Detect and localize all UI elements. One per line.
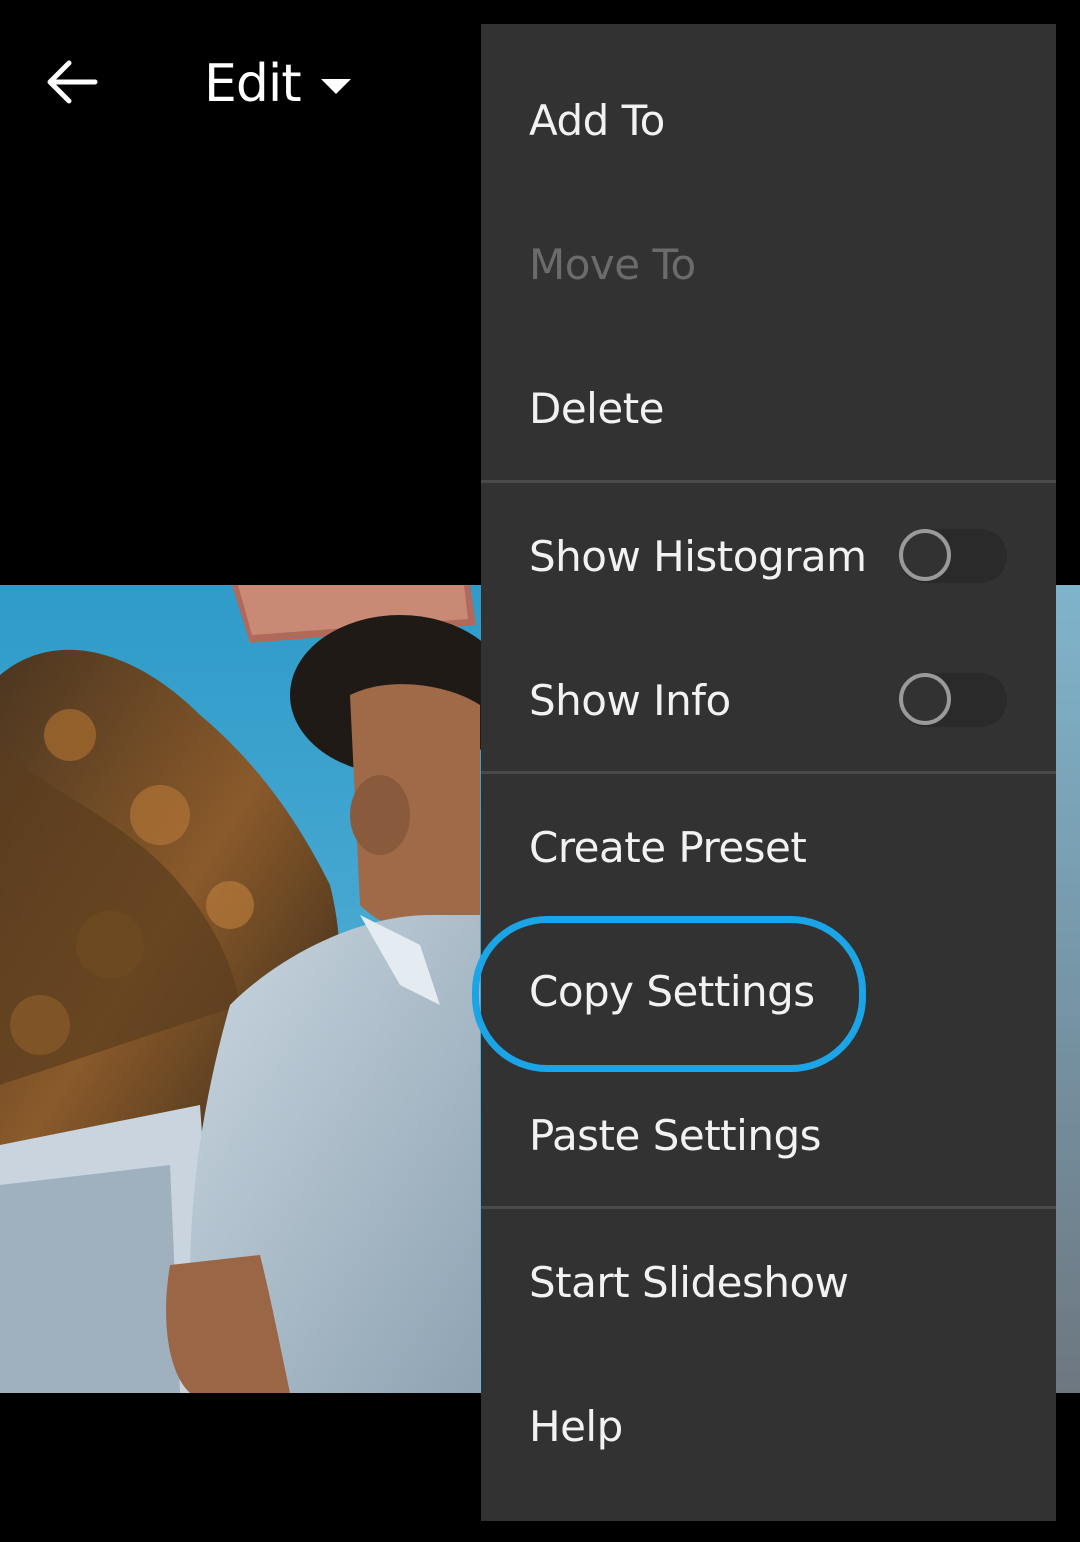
menu-item-label: Show Histogram [529, 531, 867, 581]
menu-item-move-to: Move To [481, 192, 1056, 336]
show-histogram-toggle[interactable] [899, 529, 1007, 583]
menu-item-show-histogram[interactable]: Show Histogram [481, 484, 1056, 628]
toggle-knob [899, 673, 951, 725]
menu-item-label: Help [529, 1401, 623, 1451]
menu-divider [481, 771, 1056, 774]
show-info-toggle[interactable] [899, 673, 1007, 727]
mode-selector[interactable]: Edit [204, 52, 351, 116]
menu-item-label: Move To [529, 239, 696, 289]
menu-item-copy-settings[interactable]: Copy Settings [481, 919, 1056, 1063]
menu-item-start-slideshow[interactable]: Start Slideshow [481, 1210, 1056, 1354]
menu-item-help[interactable]: Help [481, 1354, 1056, 1498]
menu-divider [481, 1206, 1056, 1209]
menu-item-label: Delete [529, 383, 665, 433]
menu-item-show-info[interactable]: Show Info [481, 628, 1056, 772]
menu-item-delete[interactable]: Delete [481, 336, 1056, 480]
menu-item-paste-settings[interactable]: Paste Settings [481, 1063, 1056, 1207]
menu-divider [481, 480, 1056, 483]
mode-label: Edit [204, 54, 302, 114]
app-screen: Edit Add To Move To Delete Show Histogra… [0, 0, 1080, 1542]
toggle-knob [899, 529, 951, 581]
arrow-left-icon [47, 60, 98, 104]
menu-item-label: Show Info [529, 675, 731, 725]
menu-item-label: Copy Settings [529, 966, 815, 1016]
menu-item-label: Paste Settings [529, 1110, 821, 1160]
menu-item-label: Create Preset [529, 822, 807, 872]
overflow-menu: Add To Move To Delete Show Histogram Sho… [481, 24, 1056, 1521]
menu-item-label: Add To [529, 95, 665, 145]
menu-item-create-preset[interactable]: Create Preset [481, 775, 1056, 919]
menu-item-add-to[interactable]: Add To [481, 48, 1056, 192]
back-button[interactable] [40, 50, 104, 114]
caret-down-icon [320, 78, 351, 94]
menu-item-label: Start Slideshow [529, 1257, 849, 1307]
